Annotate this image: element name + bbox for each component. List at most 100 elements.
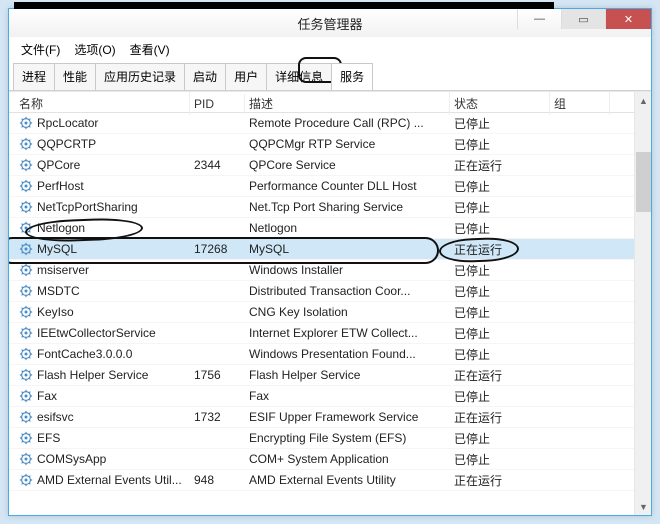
tab-details[interactable]: 详细信息 [266,63,332,90]
service-desc: QPCore Service [245,158,450,172]
service-gear-icon [19,431,33,445]
service-status: 已停止 [450,304,550,321]
col-status[interactable]: 状态 [450,92,550,115]
service-status: 已停止 [450,178,550,195]
service-name: FontCache3.0.0.0 [37,347,132,361]
service-status: 已停止 [450,136,550,153]
service-name: RpcLocator [37,116,98,130]
service-name: esifsvc [37,410,74,424]
service-desc: Flash Helper Service [245,368,450,382]
scroll-down-button[interactable]: ▼ [635,498,651,515]
table-row[interactable]: MySQL17268MySQL正在运行 [9,239,651,260]
col-name[interactable]: 名称 [15,92,190,115]
service-desc: QQPCMgr RTP Service [245,137,450,151]
service-gear-icon [19,263,33,277]
tab-startup[interactable]: 启动 [184,63,226,90]
service-desc: Windows Presentation Found... [245,347,450,361]
service-name: IEEtwCollectorService [37,326,156,340]
service-gear-icon [19,347,33,361]
service-gear-icon [19,200,33,214]
service-name: Flash Helper Service [37,368,148,382]
table-row[interactable]: MSDTC Distributed Transaction Coor...已停止 [9,281,651,302]
table-row[interactable]: msiserverWindows Installer已停止 [9,260,651,281]
service-pid: 1756 [190,368,245,382]
table-row[interactable]: NetlogonNetlogon已停止 [9,218,651,239]
tab-processes[interactable]: 进程 [13,63,55,90]
service-gear-icon [19,452,33,466]
service-pid: 1732 [190,410,245,424]
service-gear-icon [19,242,33,256]
service-name: MySQL [37,242,77,256]
service-gear-icon [19,326,33,340]
service-desc: CNG Key Isolation [245,305,450,319]
menu-options[interactable]: 选项(O) [68,39,121,60]
service-name: MSDTC [37,284,80,298]
service-name: QPCore [37,158,80,172]
service-gear-icon [19,179,33,193]
service-desc: Internet Explorer ETW Collect... [245,326,450,340]
minimize-button[interactable]: — [517,9,561,29]
scroll-thumb[interactable] [636,152,651,212]
service-gear-icon [19,410,33,424]
task-manager-window: 任务管理器 — ▭ ✕ 文件(F) 选项(O) 查看(V) 进程 性能 应用历史… [8,8,652,516]
maximize-button[interactable]: ▭ [561,9,605,29]
table-row[interactable]: NetTcpPortSharingNet.Tcp Port Sharing Se… [9,197,651,218]
service-desc: Windows Installer [245,263,450,277]
service-desc: Fax [245,389,450,403]
table-row[interactable]: KeyIso CNG Key Isolation已停止 [9,302,651,323]
table-row[interactable]: esifsvc1732ESIF Upper Framework Service正… [9,407,651,428]
col-pid[interactable]: PID [190,94,245,114]
service-desc: Performance Counter DLL Host [245,179,450,193]
service-status: 已停止 [450,115,550,132]
service-name: Netlogon [37,221,85,235]
scrollbar[interactable]: ▲ ▼ [634,92,651,515]
table-row[interactable]: EFSEncrypting File System (EFS)已停止 [9,428,651,449]
close-button[interactable]: ✕ [605,9,651,29]
service-desc: COM+ System Application [245,452,450,466]
table-row[interactable]: COMSysAppCOM+ System Application已停止 [9,449,651,470]
col-group[interactable]: 组 [550,92,610,115]
service-desc: Net.Tcp Port Sharing Service [245,200,450,214]
service-name: KeyIso [37,305,74,319]
service-desc: Remote Procedure Call (RPC) ... [245,116,450,130]
table-header[interactable]: 名称 PID 描述 状态 组 [9,92,651,113]
service-name: Fax [37,389,57,403]
menu-file[interactable]: 文件(F) [15,39,66,60]
table-row[interactable]: FaxFax已停止 [9,386,651,407]
service-name: QQPCRTP [37,137,96,151]
service-name: EFS [37,431,60,445]
scroll-up-button[interactable]: ▲ [635,92,651,109]
window-title: 任务管理器 [297,14,362,33]
service-gear-icon [19,473,33,487]
service-status: 已停止 [450,451,550,468]
table-row[interactable]: QPCore2344QPCore Service正在运行 [9,155,651,176]
service-gear-icon [19,158,33,172]
table-row[interactable]: IEEtwCollectorService Internet Explorer E… [9,323,651,344]
service-desc: MySQL [245,242,450,256]
tab-users[interactable]: 用户 [225,63,267,90]
service-gear-icon [19,305,33,319]
table-row[interactable]: Flash Helper Service1756Flash Helper Ser… [9,365,651,386]
table-row[interactable]: RpcLocator Remote Procedure Call (RPC) ..… [9,113,651,134]
table-body: RpcLocator Remote Procedure Call (RPC) ..… [9,113,651,513]
tab-performance[interactable]: 性能 [54,63,96,90]
service-desc: Netlogon [245,221,450,235]
tab-services[interactable]: 服务 [331,63,373,90]
service-status: 已停止 [450,220,550,237]
table-row[interactable]: PerfHostPerformance Counter DLL Host已停止 [9,176,651,197]
service-pid: 2344 [190,158,245,172]
table-row[interactable]: AMD External Events Util...948AMD Extern… [9,470,651,491]
titlebar[interactable]: 任务管理器 — ▭ ✕ [9,9,651,37]
service-name: AMD External Events Util... [37,473,182,487]
service-status: 已停止 [450,262,550,279]
service-gear-icon [19,116,33,130]
col-desc[interactable]: 描述 [245,92,450,115]
service-desc: Distributed Transaction Coor... [245,284,450,298]
service-gear-icon [19,389,33,403]
tab-app-history[interactable]: 应用历史记录 [95,63,185,90]
menu-view[interactable]: 查看(V) [124,39,176,60]
window-buttons: — ▭ ✕ [517,9,651,29]
table-row[interactable]: QQPCRTP QQPCMgr RTP Service已停止 [9,134,651,155]
service-status: 已停止 [450,283,550,300]
table-row[interactable]: FontCache3.0.0.0 Windows Presentation Fou… [9,344,651,365]
